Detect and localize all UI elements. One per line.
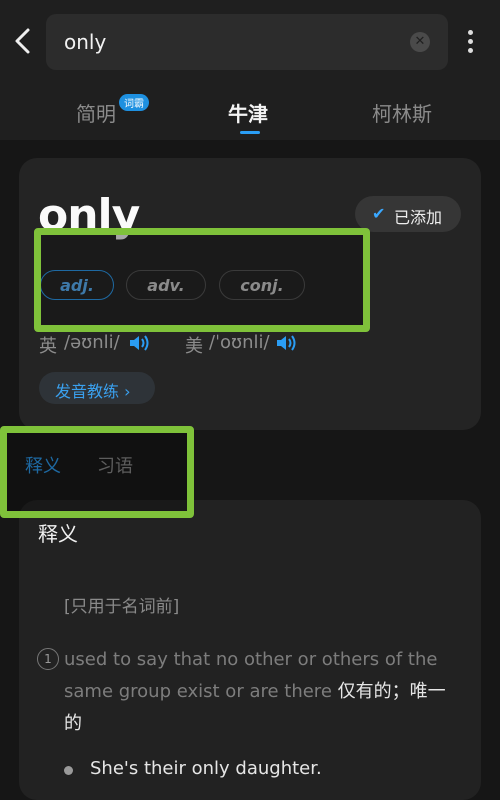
added-button[interactable]: ✔ 已添加 (355, 196, 461, 232)
search-input[interactable]: only ✕ (46, 14, 448, 70)
clear-icon[interactable]: ✕ (410, 32, 430, 52)
pronunciation-coach-button[interactable]: 发音教练 › (39, 372, 155, 404)
grammar-note: [只用于名词前] (64, 597, 180, 617)
active-tab-indicator (240, 131, 260, 134)
sense-number: 1 (37, 648, 59, 670)
us-speaker-icon[interactable] (275, 334, 297, 352)
uk-label: 英 (39, 336, 57, 357)
tab-collins[interactable]: 柯林斯 (372, 98, 432, 127)
definitions-title: 释义 (38, 522, 78, 546)
search-query: only (64, 30, 107, 54)
highlight-box-pos (34, 228, 370, 332)
tab-simple[interactable]: 简明 (76, 98, 116, 127)
uk-speaker-icon[interactable] (128, 334, 150, 352)
ciba-badge: 词霸 (119, 94, 149, 111)
highlight-box-subtabs (0, 426, 194, 518)
back-icon[interactable] (10, 26, 36, 56)
example-bullet (64, 766, 73, 775)
us-label: 美 (185, 336, 203, 357)
pronunciation-coach-label: 发音教练 › (55, 382, 131, 401)
us-phonetic: /ˈoʊnli/ (209, 332, 270, 353)
sense-definition: used to say that no other or others of t… (64, 644, 454, 740)
more-options-icon[interactable] (462, 28, 478, 56)
tab-oxford[interactable]: 牛津 (228, 98, 268, 127)
check-icon: ✔ (372, 204, 386, 223)
added-label: 已添加 (394, 208, 443, 227)
uk-phonetic: /əʊnli/ (64, 332, 120, 353)
example-sentence: She's their only daughter. (90, 758, 322, 779)
